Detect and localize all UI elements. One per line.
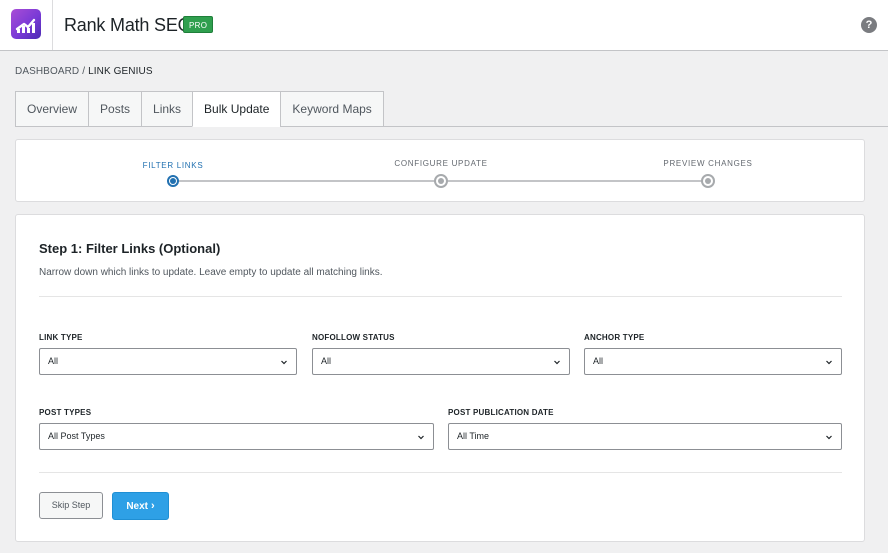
anchor-type-label: ANCHOR TYPE xyxy=(584,333,645,342)
help-icon[interactable]: ? xyxy=(861,17,877,33)
step-description: Narrow down which links to update. Leave… xyxy=(39,267,383,278)
step-label-filter-links: FILTER LINKS xyxy=(142,161,204,170)
post-types-label: POST TYPES xyxy=(39,408,92,417)
tab-overview[interactable]: Overview xyxy=(15,91,89,127)
header-divider xyxy=(52,0,53,50)
app-title: Rank Math SEO xyxy=(64,15,192,35)
filter-links-card: Step 1: Filter Links (Optional) Narrow d… xyxy=(15,214,865,542)
step-connector-2 xyxy=(441,180,708,182)
breadcrumb-separator: / xyxy=(82,66,86,77)
next-button[interactable]: Next › xyxy=(112,492,169,520)
nofollow-status-value: All xyxy=(321,356,332,366)
breadcrumb-dashboard[interactable]: DASHBOARD xyxy=(15,66,79,77)
chevron-down-icon xyxy=(826,435,832,440)
step-dot-filter-links xyxy=(167,175,179,187)
chevron-down-icon xyxy=(826,360,832,365)
post-date-label: POST PUBLICATION DATE xyxy=(448,408,554,417)
post-types-value: All Post Types xyxy=(48,431,105,441)
nofollow-status-label: NOFOLLOW STATUS xyxy=(312,333,395,342)
post-date-select[interactable]: All Time xyxy=(448,423,842,450)
step-connector-1 xyxy=(173,180,441,182)
chevron-down-icon xyxy=(418,435,424,440)
post-types-select[interactable]: All Post Types xyxy=(39,423,434,450)
link-type-select[interactable]: All xyxy=(39,348,297,375)
step-label-configure-update: CONFIGURE UPDATE xyxy=(394,159,488,168)
nofollow-status-select[interactable]: All xyxy=(312,348,570,375)
next-button-label: Next xyxy=(126,501,148,512)
chevron-down-icon xyxy=(281,360,287,365)
tab-bulk-update[interactable]: Bulk Update xyxy=(192,91,281,127)
skip-step-button[interactable]: Skip Step xyxy=(39,492,103,519)
post-date-value: All Time xyxy=(457,431,490,441)
top-header: Rank Math SEO PRO ? xyxy=(0,0,888,51)
tab-bar: Overview Posts Links Bulk Update Keyword… xyxy=(15,91,384,127)
breadcrumb-current: LINK GENIUS xyxy=(88,66,153,77)
chevron-down-icon xyxy=(554,360,560,365)
anchor-type-value: All xyxy=(593,356,604,366)
step-title: Step 1: Filter Links (Optional) xyxy=(39,241,221,256)
tab-links[interactable]: Links xyxy=(141,91,193,127)
breadcrumb: DASHBOARD / LINK GENIUS xyxy=(15,66,153,77)
progress-stepper: FILTER LINKS CONFIGURE UPDATE PREVIEW CH… xyxy=(15,139,865,202)
rank-math-logo-icon[interactable] xyxy=(11,9,41,39)
section-divider-bottom xyxy=(39,472,842,473)
step-dot-configure-update xyxy=(434,174,448,188)
step-dot-preview-changes xyxy=(701,174,715,188)
tab-posts[interactable]: Posts xyxy=(88,91,142,127)
step-label-preview-changes: PREVIEW CHANGES xyxy=(663,159,753,168)
anchor-type-select[interactable]: All xyxy=(584,348,842,375)
tab-keyword-maps[interactable]: Keyword Maps xyxy=(280,91,384,127)
link-type-value: All xyxy=(48,356,59,366)
pro-badge: PRO xyxy=(183,16,214,33)
chevron-right-icon: › xyxy=(151,500,155,512)
section-divider-top xyxy=(39,296,842,297)
link-type-label: LINK TYPE xyxy=(39,333,83,342)
